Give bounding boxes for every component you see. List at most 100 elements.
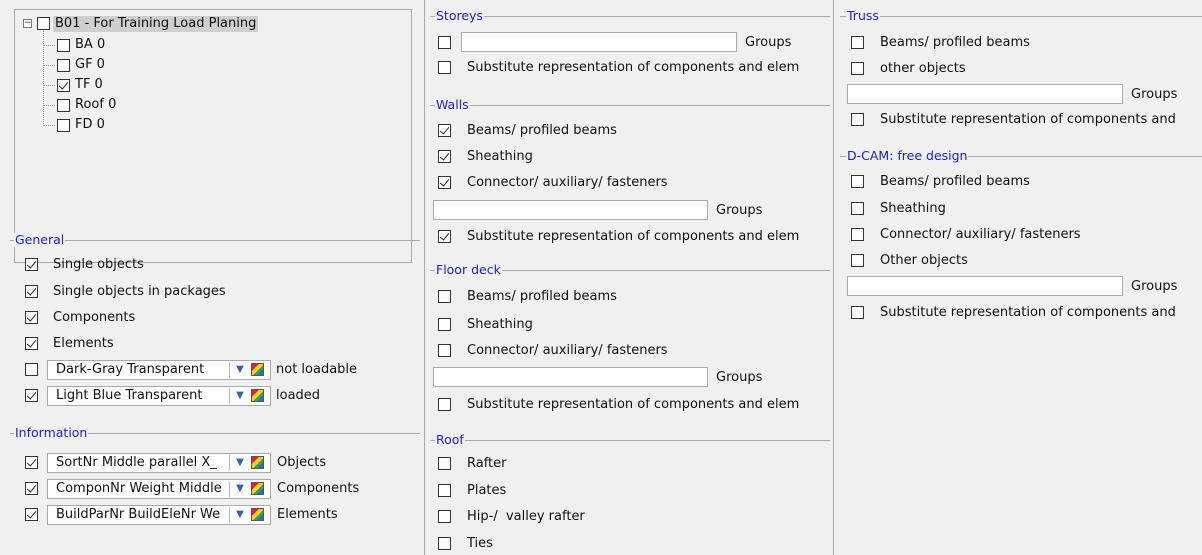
section-title-storeys: Storeys — [435, 8, 484, 23]
tree-root-label[interactable]: B01 - For Training Load Planing — [53, 16, 259, 32]
tree-item-checkbox[interactable] — [57, 39, 70, 52]
info-combo-objects[interactable]: SortNr Middle parallel X_ ▼ — [47, 453, 271, 473]
storeys-groups-input[interactable] — [461, 32, 737, 52]
checkbox-elements[interactable] — [25, 337, 38, 350]
label-truss-groups: Groups — [1131, 87, 1178, 102]
walls-groups-input[interactable] — [433, 200, 708, 220]
checkbox-floor-beams[interactable] — [438, 290, 451, 303]
checkbox-storeys-groups[interactable] — [438, 36, 451, 49]
section-divider — [430, 16, 830, 17]
label-storeys-groups: Groups — [745, 35, 792, 50]
checkbox-floor-sheathing[interactable] — [438, 318, 451, 331]
label-walls-sheathing: Sheathing — [467, 149, 533, 164]
tree-item-checkbox[interactable] — [57, 59, 70, 72]
label-truss-other: other objects — [880, 61, 966, 76]
checkbox-info-components[interactable] — [25, 482, 38, 495]
column-separator-1 — [424, 0, 425, 555]
tree-connector — [43, 105, 55, 106]
tree-item-label[interactable]: BA 0 — [75, 37, 105, 53]
checkbox-roof-ties[interactable] — [438, 537, 451, 550]
checkbox-roof-hip-valley[interactable] — [438, 510, 451, 523]
color-palette-icon[interactable] — [251, 508, 264, 521]
checkbox-truss-substitute[interactable] — [851, 113, 864, 126]
checkbox-info-elements[interactable] — [25, 508, 38, 521]
color-palette-icon[interactable] — [251, 363, 264, 376]
color-palette-icon[interactable] — [251, 456, 264, 469]
tree-connector — [43, 85, 55, 86]
checkbox-dcam-beams[interactable] — [851, 175, 864, 188]
checkbox-single-objects[interactable] — [25, 258, 38, 271]
checkbox-truss-other[interactable] — [851, 62, 864, 75]
dropdown-arrow-icon[interactable]: ▼ — [234, 456, 246, 470]
checkbox-truss-beams[interactable] — [851, 36, 864, 49]
label-roof-rafter: Rafter — [467, 456, 507, 471]
combo-divider — [229, 388, 230, 404]
checkbox-storeys-substitute[interactable] — [438, 61, 451, 74]
checkbox-color-dark-gray[interactable] — [25, 363, 38, 376]
section-divider — [10, 240, 420, 241]
label-floor-groups: Groups — [716, 370, 763, 385]
color-combo-light-blue[interactable]: Light Blue Transparent ▼ — [47, 386, 271, 406]
checkbox-roof-rafter[interactable] — [438, 457, 451, 470]
info-combo-elements[interactable]: BuildParNr BuildEleNr We ▼ — [47, 505, 271, 525]
tree-root-checkbox[interactable] — [37, 17, 50, 30]
tree-connector — [43, 45, 55, 46]
tree-item-checkbox[interactable] — [57, 99, 70, 112]
checkbox-dcam-connector[interactable] — [851, 228, 864, 241]
tree-item-label[interactable]: FD 0 — [75, 117, 105, 133]
checkbox-walls-beams[interactable] — [438, 124, 451, 137]
tree-item-label[interactable]: Roof 0 — [75, 97, 116, 113]
color-combo-dark-gray[interactable]: Dark-Gray Transparent ▼ — [47, 360, 271, 380]
checkbox-walls-connector[interactable] — [438, 176, 451, 189]
combo-divider — [229, 362, 230, 378]
collapse-icon[interactable]: − — [23, 19, 32, 28]
color-palette-icon[interactable] — [251, 482, 264, 495]
checkbox-components[interactable] — [25, 311, 38, 324]
checkbox-floor-substitute[interactable] — [438, 398, 451, 411]
checkbox-dcam-sheathing[interactable] — [851, 202, 864, 215]
dropdown-arrow-icon[interactable]: ▼ — [234, 508, 246, 522]
label-roof-plates: Plates — [467, 483, 507, 498]
dcam-groups-input[interactable] — [847, 276, 1123, 296]
checkbox-walls-substitute[interactable] — [438, 230, 451, 243]
label-dcam-groups: Groups — [1131, 279, 1178, 294]
tree-item-label[interactable]: GF 0 — [75, 57, 105, 73]
label-dcam-other: Other objects — [880, 253, 968, 268]
label-floor-sheathing: Sheathing — [467, 317, 533, 332]
dropdown-arrow-icon[interactable]: ▼ — [234, 363, 246, 377]
dropdown-arrow-icon[interactable]: ▼ — [234, 389, 246, 403]
checkbox-floor-connector[interactable] — [438, 344, 451, 357]
combo-value: SortNr Middle parallel X_ — [56, 455, 217, 470]
checkbox-info-objects[interactable] — [25, 456, 38, 469]
tree-item-checkbox[interactable] — [57, 79, 70, 92]
checkbox-dcam-substitute[interactable] — [851, 306, 864, 319]
column-separator-2 — [833, 0, 834, 555]
label-info-components: Components — [277, 481, 360, 496]
label-floor-connector: Connector/ auxiliary/ fasteners — [467, 343, 668, 358]
dropdown-arrow-icon[interactable]: ▼ — [234, 482, 246, 496]
project-tree[interactable]: − B01 - For Training Load Planing BA 0 G… — [14, 9, 412, 263]
checkbox-walls-sheathing[interactable] — [438, 150, 451, 163]
label-roof-hip-valley: Hip-/ valley rafter — [467, 509, 585, 524]
checkbox-single-objects-packages[interactable] — [25, 285, 38, 298]
tree-item-checkbox[interactable] — [57, 119, 70, 132]
status-loaded: loaded — [276, 388, 321, 403]
combo-divider — [229, 455, 230, 471]
floor-groups-input[interactable] — [433, 367, 708, 387]
label-info-elements: Elements — [277, 507, 338, 522]
label-truss-substitute: Substitute representation of components … — [880, 112, 1176, 127]
color-palette-icon[interactable] — [251, 389, 264, 402]
checkbox-color-light-blue[interactable] — [25, 389, 38, 402]
checkbox-roof-plates[interactable] — [438, 484, 451, 497]
label-dcam-substitute: Substitute representation of components … — [880, 305, 1176, 320]
status-not-loadable: not loadable — [276, 362, 358, 377]
truss-groups-input[interactable] — [847, 84, 1123, 104]
label-walls-connector: Connector/ auxiliary/ fasteners — [467, 175, 668, 190]
section-divider — [840, 16, 1202, 17]
section-divider — [430, 440, 830, 441]
checkbox-dcam-other[interactable] — [851, 254, 864, 267]
info-combo-components[interactable]: ComponNr Weight Middle ▼ — [47, 479, 271, 499]
label-truss-beams: Beams/ profiled beams — [880, 35, 1030, 50]
section-divider — [430, 105, 830, 106]
tree-item-label[interactable]: TF 0 — [75, 77, 103, 93]
